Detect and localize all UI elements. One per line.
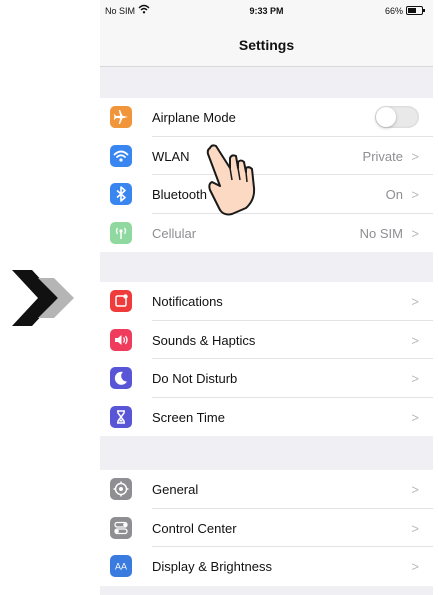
settings-row-label: WLAN [152, 148, 190, 164]
wifi-icon [110, 144, 132, 167]
chevron-right-icon: > [411, 559, 419, 574]
settings-row-control-center[interactable]: Control Center > [100, 509, 433, 547]
settings-row-screen-time[interactable]: Screen Time > [100, 398, 433, 437]
settings-row-bluetooth[interactable]: Bluetooth On > [100, 175, 433, 214]
chevron-right-icon: > [411, 520, 419, 536]
settings-row-value: No SIM [359, 225, 403, 241]
settings-row-notifications[interactable]: Notifications > [100, 282, 433, 321]
notifications-icon [110, 290, 132, 312]
chevron-right-icon: > [411, 225, 419, 241]
settings-row-label: Bluetooth [152, 187, 207, 202]
settings-row-sounds-haptics[interactable]: Sounds & Haptics > [100, 321, 433, 359]
notifications-group: Notifications > Sounds & Haptics > Do No… [100, 282, 433, 436]
navigation-bar: Settings [100, 22, 433, 67]
settings-row-label: Display & Brightness [152, 559, 272, 574]
airplane-mode-toggle[interactable] [375, 106, 419, 128]
display-icon: AA [110, 555, 132, 577]
status-bar: No SIM 9:33 PM 66% [100, 0, 433, 22]
bluetooth-icon [110, 183, 132, 205]
battery-icon [406, 6, 425, 15]
chevron-right-icon: > [411, 187, 419, 202]
settings-row-value: On [385, 187, 403, 202]
settings-row-general[interactable]: General > [100, 470, 433, 509]
svg-text:AA: AA [115, 562, 127, 572]
connectivity-group: Airplane Mode WLAN Private > Bluetooth O… [100, 98, 433, 252]
moon-icon [110, 367, 132, 389]
pointing-hand-icon [206, 144, 256, 216]
settings-row-display-brightness[interactable]: AA Display & Brightness > [100, 547, 433, 586]
settings-row-label: Sounds & Haptics [152, 332, 256, 348]
system-group: General > Control Center > AA Display & … [100, 470, 433, 586]
settings-row-wlan[interactable]: WLAN Private > [100, 137, 433, 175]
control-center-icon [110, 516, 132, 539]
clock-text: 9:33 PM [249, 6, 284, 16]
settings-row-value: Private [362, 148, 403, 164]
settings-row-label: Cellular [152, 225, 197, 241]
battery-percent: 66% [384, 6, 403, 16]
chevron-right-icon: > [411, 294, 419, 309]
settings-row-label: Airplane Mode [152, 110, 236, 125]
chevron-right-icon: > [411, 482, 419, 497]
settings-row-label: Do Not Disturb [152, 371, 238, 386]
double-chevron-right-icon [12, 270, 74, 326]
settings-row-label: Screen Time [152, 409, 225, 425]
settings-row-label: Notifications [152, 294, 223, 309]
chevron-right-icon: > [411, 332, 419, 348]
page-title: Settings [238, 37, 295, 53]
sound-icon [110, 328, 132, 351]
hourglass-icon [110, 405, 132, 428]
settings-row-label: Control Center [152, 520, 237, 536]
settings-screen: No SIM 9:33 PM 66% Settings Airplane Mod… [100, 0, 433, 595]
cellular-icon [110, 221, 132, 244]
chevron-right-icon: > [411, 148, 419, 164]
chevron-right-icon: > [411, 371, 419, 386]
settings-row-label: General [152, 482, 199, 497]
settings-row-airplane-mode[interactable]: Airplane Mode [100, 98, 433, 137]
settings-row-do-not-disturb[interactable]: Do Not Disturb > [100, 359, 433, 398]
settings-row-cellular[interactable]: Cellular No SIM > [100, 214, 433, 253]
chevron-right-icon: > [411, 409, 419, 425]
airplane-icon [110, 106, 132, 128]
gear-icon [110, 478, 132, 500]
